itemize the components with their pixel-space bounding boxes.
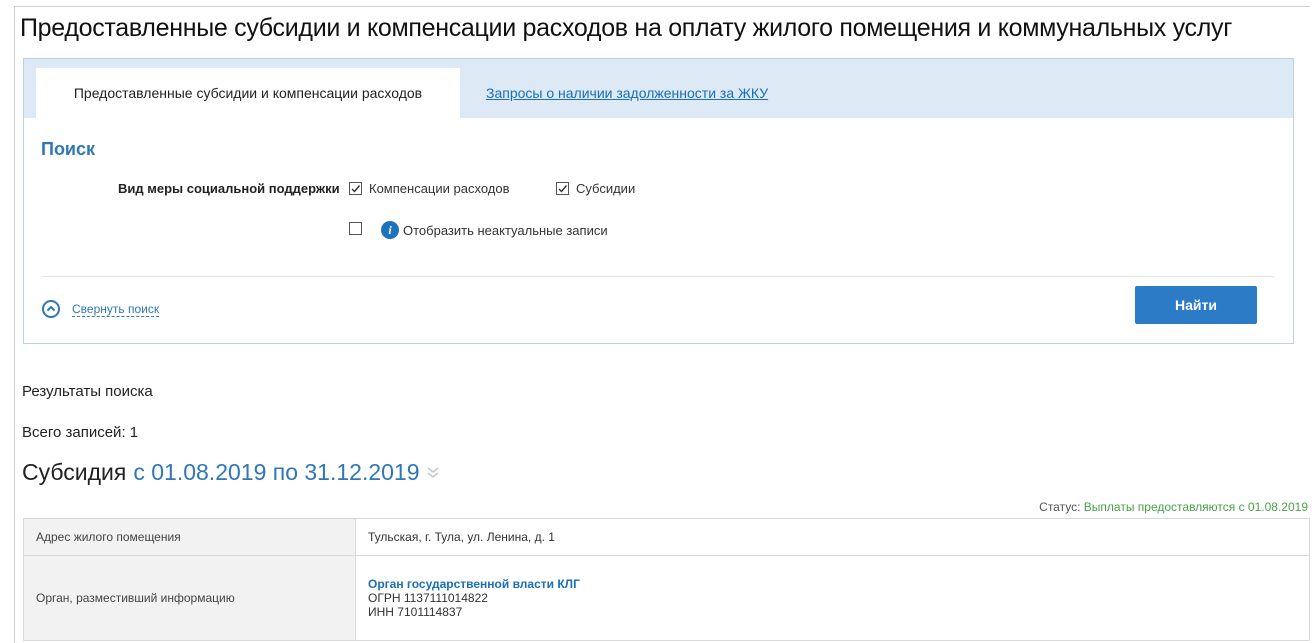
status-value: Выплаты предоставляются с 01.08.2019 <box>1083 500 1308 514</box>
tab-subsidies[interactable]: Предоставленные субсидии и компенсации р… <box>36 68 460 118</box>
show-inactive-checkbox[interactable] <box>349 222 362 235</box>
org-info: Орган государственной власти КЛГ ОГРН 11… <box>355 555 1310 641</box>
search-heading: Поиск <box>41 139 96 159</box>
tab-bar: Предоставленные субсидии и компенсации р… <box>24 59 1293 118</box>
info-icon[interactable]: i <box>381 221 399 239</box>
table-row: Орган, разместивший информацию Орган гос… <box>23 555 1310 641</box>
support-type-label: Вид меры социальной поддержки <box>118 181 340 196</box>
results-title: Результаты поиска <box>22 383 153 400</box>
record-title: Субсидия с 01.08.2019 по 31.12.2019 <box>22 459 440 486</box>
total-records: Всего записей: 1 <box>22 424 139 441</box>
org-link[interactable]: Орган государственной власти КЛГ <box>368 577 1297 591</box>
compensation-checkbox[interactable] <box>349 182 362 195</box>
page-title: Предоставленные субсидии и компенсации р… <box>20 14 1233 42</box>
divider <box>42 276 1274 277</box>
row-key: Орган, разместивший информацию <box>23 555 356 641</box>
org-ogrn: ОГРН 1137111014822 <box>368 591 488 605</box>
record-type: Субсидия <box>22 459 127 485</box>
record-details-table: Адрес жилого помещения Тульская, г. Тула… <box>23 518 1310 641</box>
search-panel: Предоставленные субсидии и компенсации р… <box>23 58 1294 344</box>
checkmark-icon <box>351 185 361 193</box>
subsidies-checkbox[interactable] <box>556 182 569 195</box>
chevron-up-icon <box>42 300 60 318</box>
row-value: Тульская, г. Тула, ул. Ленина, д. 1 <box>355 518 1310 556</box>
table-row: Адрес жилого помещения Тульская, г. Тула… <box>23 518 1310 556</box>
collapse-search-label[interactable]: Свернуть поиск <box>72 302 160 317</box>
compensation-checkbox-label[interactable]: Компенсации расходов <box>369 181 509 196</box>
double-chevron-down-icon[interactable] <box>426 465 440 480</box>
record-period[interactable]: с 01.08.2019 по 31.12.2019 <box>133 459 419 486</box>
show-inactive-label[interactable]: Отобразить неактуальные записи <box>403 223 608 238</box>
org-inn: ИНН 7101114837 <box>368 605 463 619</box>
subsidies-checkbox-label[interactable]: Субсидии <box>576 181 635 196</box>
tab-debt-requests[interactable]: Запросы о наличии задолженности за ЖКУ <box>486 68 768 118</box>
status-label: Статус: <box>1039 500 1081 514</box>
collapse-search-toggle[interactable]: Свернуть поиск <box>42 300 160 318</box>
row-key: Адрес жилого помещения <box>23 518 356 556</box>
checkmark-icon <box>558 185 568 193</box>
record-status: Статус: Выплаты предоставляются с 01.08.… <box>1039 500 1308 514</box>
find-button[interactable]: Найти <box>1135 286 1257 324</box>
